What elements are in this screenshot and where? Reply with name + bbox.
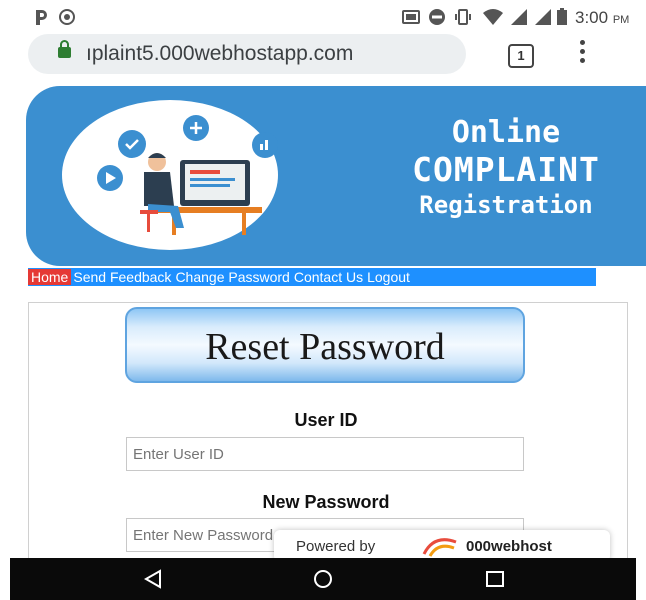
- lock-icon: [58, 40, 71, 58]
- browser-menu-icon[interactable]: [580, 40, 588, 68]
- parking-icon: [36, 10, 47, 25]
- clock: 3:00 PM: [575, 8, 629, 28]
- nav-send-feedback[interactable]: Send Feedback: [71, 269, 173, 285]
- status-bar: 3:00 PM: [0, 0, 646, 36]
- clock-ampm: PM: [612, 14, 630, 26]
- battery-icon: [557, 8, 567, 25]
- powered-by-text: Powered by: [296, 538, 376, 555]
- main-nav: Home Send Feedback Change Password Contact …: [28, 268, 596, 286]
- tab-switcher-button[interactable]: 1: [508, 44, 534, 68]
- form-heading: Reset Password: [125, 307, 525, 383]
- nav-contact-us[interactable]: Contact Us: [292, 269, 365, 285]
- user-id-input[interactable]: [126, 437, 524, 471]
- back-icon[interactable]: [142, 568, 164, 590]
- banner-title-line3: Registration: [419, 191, 593, 220]
- dnd-icon: [429, 9, 445, 25]
- new-password-label: New Password: [262, 492, 390, 512]
- banner-title-line1: Online: [451, 115, 561, 150]
- webhost-logo-icon: [422, 538, 457, 557]
- signal-alt-icon: [59, 9, 75, 25]
- person-at-desk-illustration: [97, 115, 310, 235]
- recents-icon[interactable]: [484, 568, 506, 590]
- check-icon: [118, 130, 146, 158]
- address-bar[interactable]: ıplaint5.000webhostapp.com: [28, 34, 466, 74]
- banner-title: Online COMPLAINT Registration: [366, 115, 646, 220]
- banner-illustration: [62, 100, 310, 250]
- vibrate-icon: [455, 9, 471, 25]
- user-id-label: User ID: [294, 410, 358, 430]
- cell-signal-icon: [511, 9, 527, 25]
- nav-change-password[interactable]: Change Password: [173, 269, 291, 285]
- wifi-icon: [483, 9, 503, 25]
- banner-title-line2: COMPLAINT: [412, 149, 600, 189]
- android-nav-bar: [10, 558, 636, 600]
- clock-time: 3:00: [575, 8, 609, 27]
- url-text[interactable]: ıplaint5.000webhostapp.com: [86, 42, 353, 66]
- cell-signal-2-icon: [535, 9, 551, 25]
- nav-home[interactable]: Home: [28, 269, 72, 285]
- cast-icon: [402, 10, 420, 24]
- nav-logout[interactable]: Logout: [365, 269, 412, 285]
- brand-text: 000webhost: [466, 538, 552, 555]
- home-icon[interactable]: [312, 568, 334, 590]
